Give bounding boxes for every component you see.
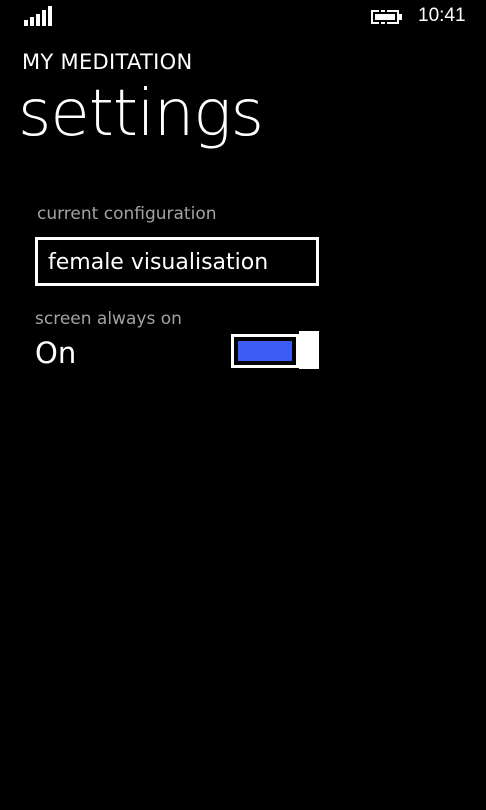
configuration-picker[interactable]: female visualisation	[35, 237, 319, 286]
configuration-value: female visualisation	[48, 250, 269, 275]
page-title: settings	[18, 77, 264, 151]
toggle-thumb[interactable]	[299, 331, 319, 369]
clock: 10:41	[418, 5, 466, 26]
configuration-label: current configuration	[37, 204, 217, 224]
screen-always-on-toggle[interactable]	[231, 331, 319, 369]
app-title: MY MEDITATION	[22, 50, 193, 74]
signal-strength-icon	[24, 6, 54, 26]
toggle-fill	[238, 341, 292, 361]
status-bar: 10:41	[0, 0, 486, 36]
toggle-track	[231, 334, 299, 368]
toggle-state-text: On	[35, 336, 77, 370]
battery-charging-icon	[371, 9, 403, 25]
screen-always-on-label: screen always on	[35, 309, 182, 329]
